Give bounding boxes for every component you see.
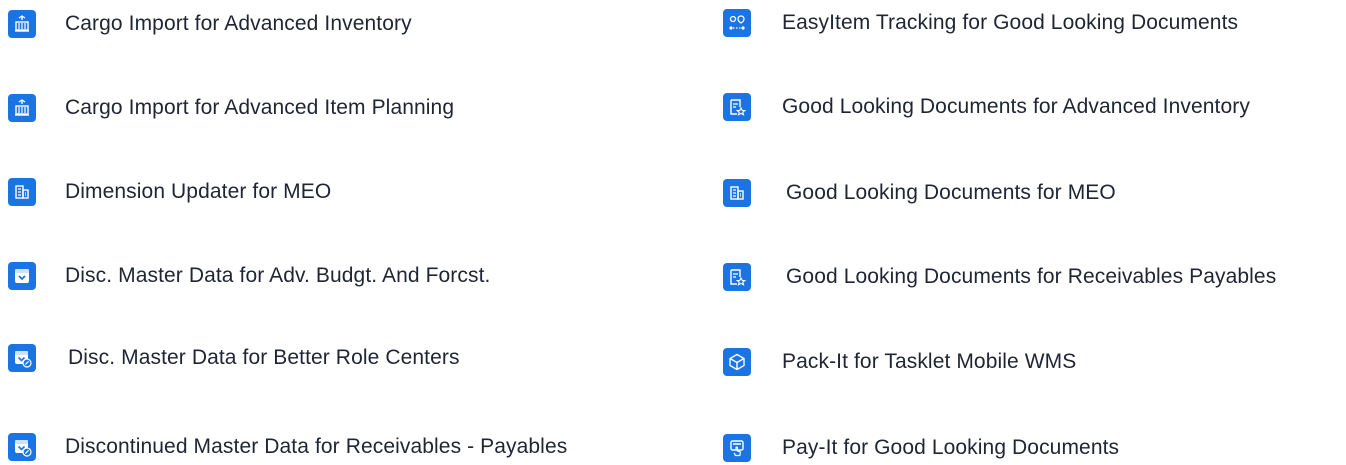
- archive-link-icon: [8, 344, 36, 372]
- archive-link-icon: [8, 433, 36, 461]
- app-item-label: EasyItem Tracking for Good Looking Docum…: [782, 11, 1239, 34]
- cargo-crane-icon: [8, 94, 36, 122]
- app-item-cargo-import-advanced-inventory[interactable]: Cargo Import for Advanced Inventory: [8, 7, 412, 41]
- app-item-label: Discontinued Master Data for Receivables…: [65, 435, 568, 458]
- tracking-icon: [723, 9, 751, 37]
- app-item-disc-master-data-role-centers[interactable]: Disc. Master Data for Better Role Center…: [8, 341, 460, 375]
- app-item-label: Good Looking Documents for MEO: [786, 181, 1116, 204]
- app-item-label: Disc. Master Data for Better Role Center…: [68, 346, 460, 369]
- building-icon: [723, 179, 751, 207]
- app-item-label: Dimension Updater for MEO: [65, 180, 332, 203]
- document-star-icon: [723, 93, 751, 121]
- building-icon: [8, 178, 36, 206]
- app-item-cargo-import-advanced-item-planning[interactable]: Cargo Import for Advanced Item Planning: [8, 91, 454, 125]
- app-item-label: Cargo Import for Advanced Item Planning: [65, 96, 455, 119]
- app-item-gld-meo[interactable]: Good Looking Documents for MEO: [723, 176, 1116, 210]
- pay-terminal-icon: [723, 434, 751, 462]
- app-item-easyitem-tracking[interactable]: EasyItem Tracking for Good Looking Docum…: [723, 6, 1238, 40]
- package-icon: [723, 348, 751, 376]
- app-item-pack-it[interactable]: Pack-It for Tasklet Mobile WMS: [723, 345, 1076, 379]
- app-item-label: Good Looking Documents for Receivables P…: [786, 265, 1277, 288]
- app-item-label: Good Looking Documents for Advanced Inve…: [782, 95, 1250, 118]
- app-item-label: Pay-It for Good Looking Documents: [782, 436, 1120, 459]
- app-item-label: Disc. Master Data for Adv. Budgt. And Fo…: [65, 264, 491, 287]
- app-item-pay-it[interactable]: Pay-It for Good Looking Documents: [723, 431, 1119, 465]
- app-item-label: Cargo Import for Advanced Inventory: [65, 12, 412, 35]
- app-item-disc-master-data-adv-budget[interactable]: Disc. Master Data for Adv. Budgt. And Fo…: [8, 259, 490, 293]
- app-item-gld-advanced-inventory[interactable]: Good Looking Documents for Advanced Inve…: [723, 90, 1250, 124]
- app-item-gld-receivables-payables[interactable]: Good Looking Documents for Receivables P…: [723, 260, 1276, 294]
- document-star-icon: [723, 263, 751, 291]
- app-item-label: Pack-It for Tasklet Mobile WMS: [782, 350, 1077, 373]
- app-item-dimension-updater-meo[interactable]: Dimension Updater for MEO: [8, 175, 331, 209]
- archive-box-icon: [8, 262, 36, 290]
- app-item-discontinued-master-data-receivables[interactable]: Discontinued Master Data for Receivables…: [8, 430, 567, 464]
- cargo-crane-icon: [8, 10, 36, 38]
